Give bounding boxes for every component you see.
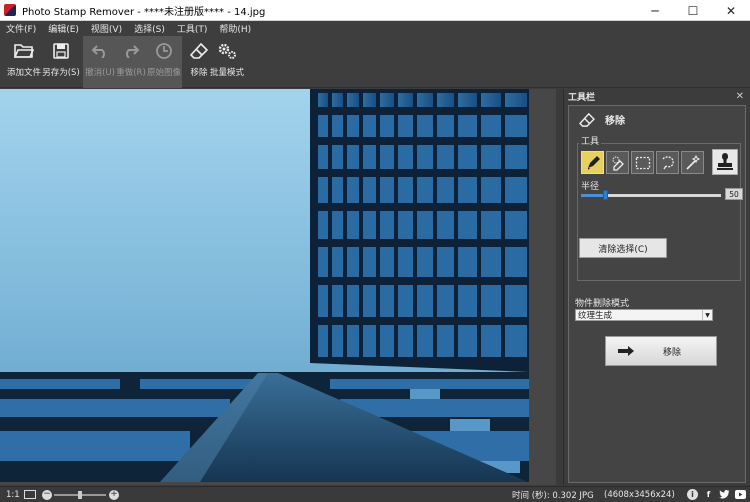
rect-select-tool-button[interactable]: [631, 151, 654, 174]
tool-title: 移除: [579, 112, 625, 127]
history-icon: [155, 36, 173, 66]
lasso-tool-button[interactable]: [656, 151, 679, 174]
removal-mode-label: 物件删除模式: [575, 299, 630, 309]
minimize-button[interactable]: ─: [636, 0, 674, 21]
arrow-right-icon: [606, 346, 646, 356]
panel-header: 工具栏: [568, 93, 596, 103]
processing-time: 时间 (秒): 0.302 JPG: [512, 490, 594, 501]
save-icon: [53, 36, 69, 66]
radius-slider-fill: [581, 194, 605, 197]
youtube-icon[interactable]: [735, 489, 746, 500]
zoom-out-icon[interactable]: −: [42, 490, 52, 500]
menu-tools[interactable]: 工具(T): [177, 22, 208, 35]
menu-view[interactable]: 视图(V): [91, 22, 122, 35]
menu-edit[interactable]: 编辑(E): [48, 22, 79, 35]
undo-label: 撤消(U): [85, 68, 115, 78]
zoom-ratio[interactable]: 1:1: [6, 490, 20, 500]
save-as-button[interactable]: 另存为(S): [42, 36, 80, 88]
clear-selection-button[interactable]: 清除选择(C): [579, 238, 667, 258]
radius-label: 半径: [581, 182, 600, 192]
window-title: Photo Stamp Remover - ****未注册版**** - 14.…: [22, 6, 266, 18]
original-image-label: 原始图像: [147, 68, 182, 78]
selection-tools: [581, 151, 704, 174]
stamp-icon: [717, 153, 733, 170]
gears-icon: [216, 36, 238, 66]
remove-tool-button[interactable]: 移除: [188, 36, 210, 88]
batch-mode-label: 批量模式: [210, 68, 245, 78]
image-canvas[interactable]: [0, 89, 562, 485]
zoom-in-icon[interactable]: +: [109, 490, 119, 500]
status-bar: 1:1 − + 时间 (秒): 0.302 JPG (4608x3456x24)…: [0, 486, 750, 502]
stamp-tool-button[interactable]: [712, 149, 738, 175]
tool-title-label: 移除: [605, 116, 625, 127]
menu-select[interactable]: 选择(S): [134, 22, 165, 35]
remove-tool-panel: 移除 工具 半径 50 清除选择(C) 物件删除模式 纹理生成 ▼ 移除: [568, 105, 746, 483]
undo-button[interactable]: 撤消(U): [85, 36, 115, 88]
facebook-icon[interactable]: f: [703, 489, 714, 500]
redo-label: 重做(R): [116, 68, 146, 78]
magic-wand-icon: [685, 154, 700, 170]
save-as-label: 另存为(S): [42, 68, 80, 78]
magic-wand-tool-button[interactable]: [681, 151, 704, 174]
title-bar: Photo Stamp Remover - ****未注册版**** - 14.…: [0, 0, 750, 21]
remove-button-label: 移除: [662, 347, 681, 358]
chevron-down-icon: ▼: [702, 310, 712, 320]
radius-value-field[interactable]: 50: [725, 188, 743, 200]
removal-mode-value: 纹理生成: [578, 311, 613, 321]
rectangle-select-icon: [635, 156, 650, 169]
magic-pencil-tool-button[interactable]: [606, 151, 629, 174]
magic-pencil-icon: [612, 156, 624, 171]
radius-slider[interactable]: [581, 190, 721, 200]
pencil-icon: [587, 155, 600, 170]
twitter-icon[interactable]: [719, 489, 730, 500]
zoom-slider-thumb[interactable]: [78, 491, 82, 499]
lasso-icon: [661, 155, 674, 169]
folder-open-icon: [14, 36, 34, 66]
menu-help[interactable]: 帮助(H): [219, 22, 251, 35]
menu-file[interactable]: 文件(F): [6, 22, 36, 35]
add-files-button[interactable]: 添加文件: [6, 36, 42, 88]
batch-mode-button[interactable]: 批量模式: [210, 36, 244, 88]
menu-bar: 文件(F) 编辑(E) 视图(V) 选择(S) 工具(T) 帮助(H): [0, 21, 750, 36]
social-links: i f: [687, 489, 746, 500]
eraser-icon: [190, 36, 208, 66]
fit-screen-icon[interactable]: [24, 490, 36, 499]
undo-icon: [91, 36, 109, 66]
remove-tool-label: 移除: [190, 68, 208, 78]
panel-close-icon[interactable]: ✕: [736, 91, 744, 102]
photo-image: [0, 89, 529, 482]
canvas-scrollbar[interactable]: [556, 89, 562, 485]
window-controls: ─ ☐ ✕: [636, 0, 750, 21]
radius-slider-thumb[interactable]: [602, 190, 608, 200]
maximize-button[interactable]: ☐: [674, 0, 712, 21]
tools-group-label: 工具: [579, 134, 602, 147]
original-image-button[interactable]: 原始图像: [147, 36, 181, 88]
close-button[interactable]: ✕: [712, 0, 750, 21]
pencil-tool-button[interactable]: [581, 151, 604, 174]
removal-mode-select[interactable]: 纹理生成 ▼: [575, 309, 713, 321]
add-files-label: 添加文件: [6, 68, 41, 78]
image-dimensions: (4608x3456x24): [604, 489, 675, 500]
toolbar: 添加文件 另存为(S) 撤消(U) 重做(R) 原始图像 移除 批量模式: [0, 36, 750, 88]
tools-panel: 工具栏 ✕ 移除 工具 半径 50 清除选择(C) 物件删除模式 纹理生成 ▼ …: [563, 89, 750, 485]
app-icon: [4, 4, 16, 16]
redo-button[interactable]: 重做(R): [116, 36, 146, 88]
remove-button[interactable]: 移除: [605, 336, 717, 366]
info-icon[interactable]: i: [687, 489, 698, 500]
eraser-icon: [579, 112, 595, 127]
redo-icon: [122, 36, 140, 66]
